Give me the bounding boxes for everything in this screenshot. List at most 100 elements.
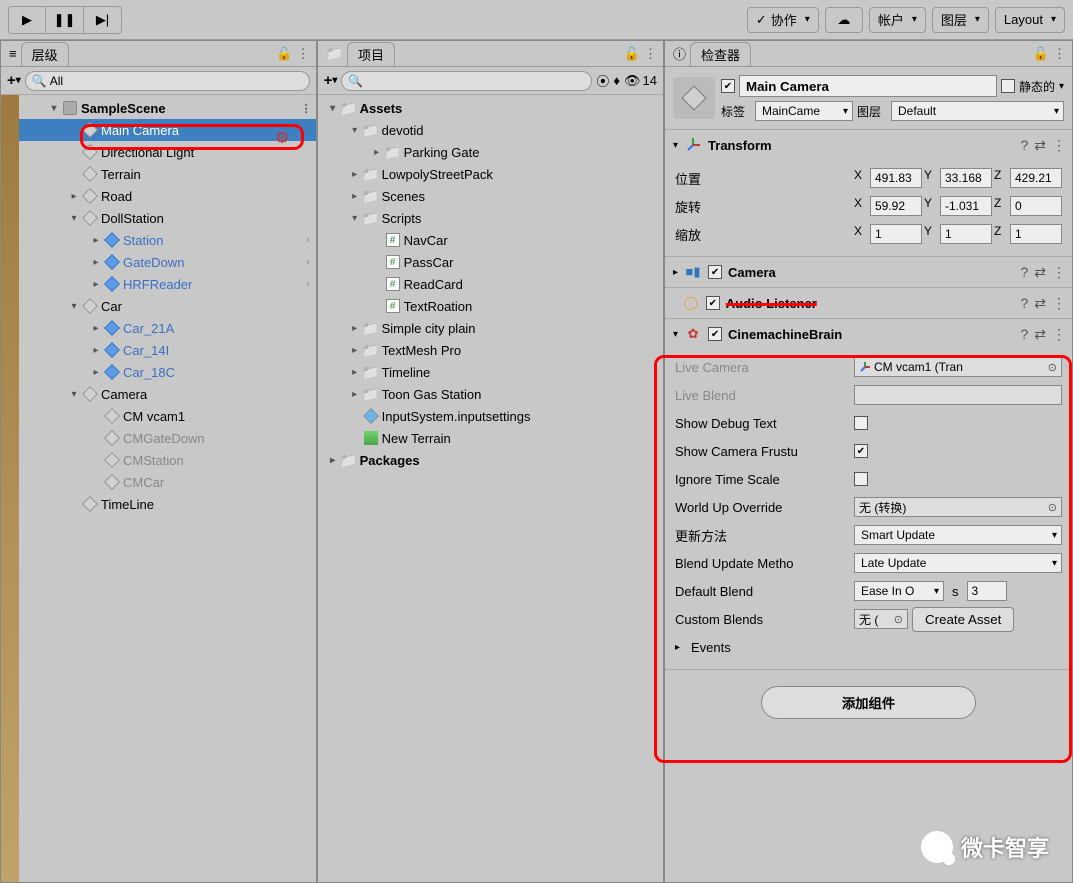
object-picker-icon[interactable]: ⊙ [1048,361,1057,374]
folder-item[interactable]: ▸Timeline [318,361,663,383]
tag-dropdown[interactable]: MainCame [755,101,853,121]
active-checkbox[interactable]: ✔ [721,79,735,93]
show-debug-checkbox[interactable] [854,416,868,430]
gatedown-node[interactable]: ▸ GateDown › [19,251,316,273]
preset-icon[interactable]: ⇄ [1034,326,1046,343]
folder-item[interactable]: ▾Scripts [318,207,663,229]
fold-icon[interactable]: ▾ [673,329,678,340]
pos-y-input[interactable] [940,168,992,188]
scale-z-input[interactable] [1010,224,1062,244]
cloud-button[interactable]: ☁ [825,7,863,33]
road-node[interactable]: ▸ Road [19,185,316,207]
filter-icon[interactable]: ⦿ [596,71,609,90]
component-menu-icon[interactable]: ⋮ [1052,137,1064,154]
inspector-menu-icon[interactable]: ⋮ [1053,46,1064,62]
live-camera-ref[interactable]: CM vcam1 (Tran⊙ [854,357,1062,377]
layout-dropdown[interactable]: Layout▾ [995,7,1065,33]
folder-item[interactable]: ▸LowpolyStreetPack [318,163,663,185]
create-asset-button[interactable]: Create Asset [912,607,1014,632]
station-node[interactable]: ▸ Station › [19,229,316,251]
car-node[interactable]: ▾ Car [19,295,316,317]
folder-item[interactable]: ▸Simple city plain [318,317,663,339]
account-dropdown[interactable]: 帐户▾ [869,7,926,33]
pos-x-input[interactable] [870,168,922,188]
play-button[interactable]: ▶ [8,6,46,34]
update-method-dropdown[interactable]: Smart Update [854,525,1062,545]
folder-item[interactable]: ▸Scenes [318,185,663,207]
help-icon[interactable]: ? [1020,137,1028,154]
audio-enabled-checkbox[interactable]: ✔ [706,296,720,310]
layers-dropdown[interactable]: 图层▾ [932,7,989,33]
script-item[interactable]: #NavCar [318,229,663,251]
fold-icon[interactable] [673,298,676,309]
object-name-input[interactable] [739,75,997,97]
folder-item[interactable]: ▸Parking Gate [318,141,663,163]
component-menu-icon[interactable]: ⋮ [1052,264,1064,281]
project-search-input[interactable] [366,74,585,88]
add-component-button[interactable]: 添加组件 [761,686,976,719]
asset-item[interactable]: InputSystem.inputsettings [318,405,663,427]
scale-y-input[interactable] [940,224,992,244]
custom-blends-ref[interactable]: 无 (⊙ [854,609,908,629]
scale-x-input[interactable] [870,224,922,244]
help-icon[interactable]: ? [1020,295,1028,312]
script-item[interactable]: #TextRoation [318,295,663,317]
lock-icon[interactable]: 🔓 [1033,46,1049,62]
project-menu-icon[interactable]: ⋮ [644,46,655,62]
car18c-node[interactable]: ▸ Car_18C [19,361,316,383]
cmgatedown-node[interactable]: CMGateDown [19,427,316,449]
project-search[interactable]: 🔍 [341,71,592,91]
terrain-node[interactable]: Terrain [19,163,316,185]
cmstation-node[interactable]: CMStation [19,449,316,471]
show-frustum-checkbox[interactable]: ✔ [854,444,868,458]
prefab-arrow-icon[interactable]: › [306,234,310,246]
cmcar-node[interactable]: CMCar [19,471,316,493]
lock-icon[interactable]: 🔓 [276,46,292,62]
static-checkbox[interactable] [1001,79,1015,93]
timeline-node[interactable]: TimeLine [19,493,316,515]
pause-button[interactable]: ❚❚ [46,6,84,34]
hidden-count[interactable]: 👁 14 [624,73,657,89]
lock-icon[interactable]: 🔓 [624,46,640,62]
scene-node[interactable]: ▾ SampleScene ⋮ [19,97,316,119]
prefab-arrow-icon[interactable]: › [306,278,310,290]
cmvcam1-node[interactable]: CM vcam1 [19,405,316,427]
hrfreader-node[interactable]: ▸ HRFReader › [19,273,316,295]
favorite-icon[interactable]: ♦ [613,73,620,88]
assets-folder[interactable]: ▾Assets [318,97,663,119]
object-picker-icon[interactable]: ⊙ [1048,501,1057,514]
help-icon[interactable]: ? [1020,326,1028,343]
inspector-tab[interactable]: 检查器 [690,42,751,66]
main-camera-node[interactable]: Main Camera [19,119,316,141]
pos-z-input[interactable] [1010,168,1062,188]
folder-item[interactable]: ▾devotid [318,119,663,141]
asset-item[interactable]: New Terrain [318,427,663,449]
dollstation-node[interactable]: ▾ DollStation [19,207,316,229]
camera-group-node[interactable]: ▾ Camera [19,383,316,405]
preset-icon[interactable]: ⇄ [1034,137,1046,154]
project-add-button[interactable]: +▾ [324,72,338,89]
car14i-node[interactable]: ▸ Car_14I [19,339,316,361]
events-fold-icon[interactable]: ▸ [675,642,687,653]
script-item[interactable]: #PassCar [318,251,663,273]
ignore-time-checkbox[interactable] [854,472,868,486]
preset-icon[interactable]: ⇄ [1034,295,1046,312]
component-menu-icon[interactable]: ⋮ [1052,295,1064,312]
step-button[interactable]: ▶| [84,6,122,34]
hierarchy-search-input[interactable] [50,74,303,88]
folder-item[interactable]: ▸TextMesh Pro [318,339,663,361]
object-icon[interactable] [673,77,715,119]
camera-enabled-checkbox[interactable]: ✔ [708,265,722,279]
car21a-node[interactable]: ▸ Car_21A [19,317,316,339]
rot-x-input[interactable] [870,196,922,216]
layer-dropdown[interactable]: Default [891,101,1064,121]
world-up-ref[interactable]: 无 (转换)⊙ [854,497,1062,517]
hierarchy-menu-icon[interactable]: ⋮ [297,46,308,62]
blend-update-dropdown[interactable]: Late Update [854,553,1062,573]
prefab-arrow-icon[interactable]: › [306,256,310,268]
hierarchy-tab[interactable]: 层级 [21,42,69,66]
fold-icon[interactable]: ▸ [673,267,678,278]
preset-icon[interactable]: ⇄ [1034,264,1046,281]
default-blend-num-input[interactable] [967,581,1007,601]
hierarchy-add-button[interactable]: +▾ [7,72,21,89]
